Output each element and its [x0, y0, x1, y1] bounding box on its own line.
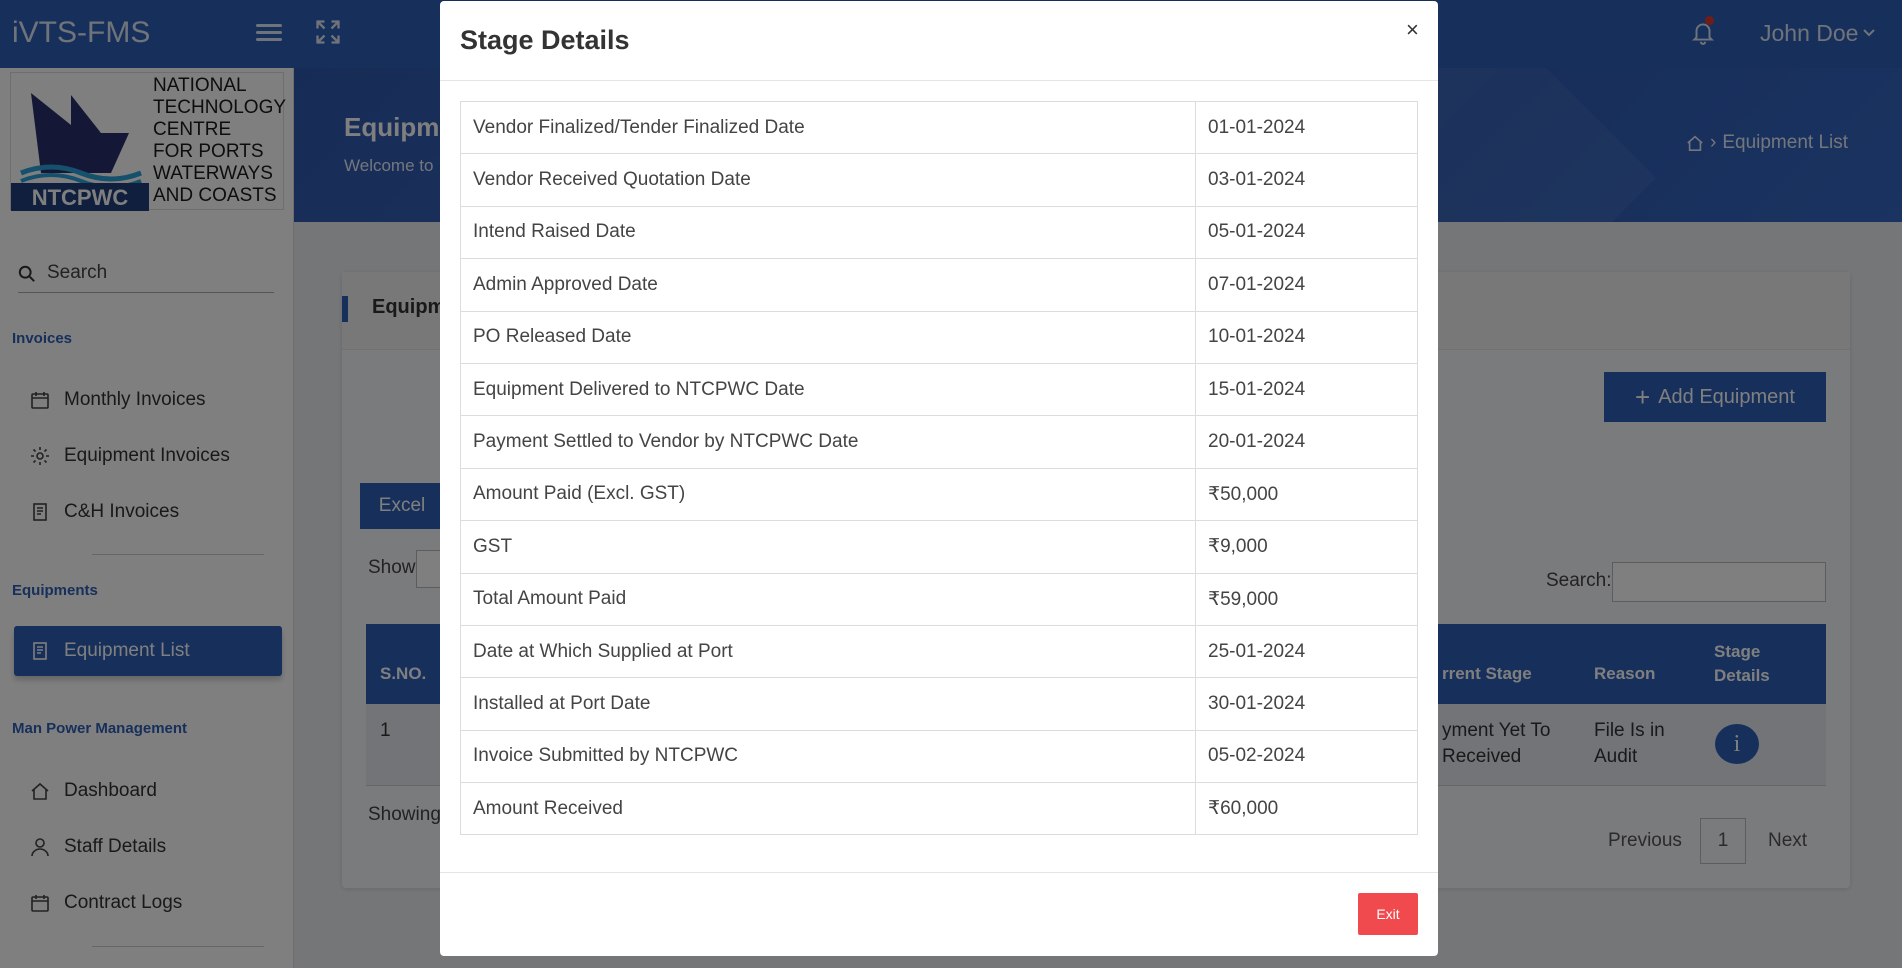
stage-detail-label: GST [460, 520, 1196, 574]
stage-detail-value: 25-01-2024 [1195, 624, 1418, 679]
exit-button[interactable]: Exit [1358, 893, 1418, 935]
stage-detail-value: 30-01-2024 [1195, 677, 1418, 731]
stage-detail-value: 20-01-2024 [1195, 415, 1418, 469]
stage-detail-label: Admin Approved Date [460, 258, 1196, 312]
stage-detail-value: 05-01-2024 [1195, 205, 1418, 260]
stage-detail-row: Amount Paid (Excl. GST) ₹50,000 [460, 467, 1418, 522]
stage-detail-row: Invoice Submitted by NTCPWC 05-02-2024 [460, 729, 1418, 784]
stage-detail-value: 15-01-2024 [1195, 362, 1418, 417]
stage-detail-row: PO Released Date 10-01-2024 [460, 310, 1418, 364]
modal-title: Stage Details [460, 25, 630, 55]
stage-detail-row: Vendor Finalized/Tender Finalized Date 01… [460, 100, 1418, 155]
stage-detail-label: Payment Settled to Vendor by NTCPWC Date [460, 415, 1196, 469]
stage-detail-label: Total Amount Paid [460, 572, 1196, 626]
stage-detail-value: 10-01-2024 [1195, 310, 1418, 364]
stage-detail-label: Installed at Port Date [460, 677, 1196, 731]
stage-detail-value: ₹50,000 [1195, 467, 1418, 522]
stage-detail-label: Vendor Received Quotation Date [460, 153, 1196, 207]
stage-detail-label: Equipment Delivered to NTCPWC Date [460, 362, 1196, 417]
stage-details-modal: Stage Details × Vendor Finalized/Tender … [440, 1, 1438, 956]
stage-detail-row: Total Amount Paid ₹59,000 [460, 572, 1418, 626]
stage-detail-value: ₹9,000 [1195, 520, 1418, 574]
stage-detail-label: Invoice Submitted by NTCPWC [460, 729, 1196, 784]
stage-detail-row: Vendor Received Quotation Date 03-01-2024 [460, 153, 1418, 207]
stage-detail-label: Vendor Finalized/Tender Finalized Date [460, 100, 1196, 155]
stage-detail-row: Intend Raised Date 05-01-2024 [460, 205, 1418, 260]
stage-detail-value: 07-01-2024 [1195, 258, 1418, 312]
stage-detail-value: 05-02-2024 [1195, 729, 1418, 784]
stage-detail-value: ₹60,000 [1195, 782, 1418, 836]
stage-detail-row: Amount Received ₹60,000 [460, 782, 1418, 836]
stage-detail-row: Payment Settled to Vendor by NTCPWC Date… [460, 415, 1418, 469]
modal-header: Stage Details × [440, 1, 1438, 81]
stage-detail-row: Date at Which Supplied at Port 25-01-2024 [460, 624, 1418, 679]
modal-footer-divider [440, 872, 1438, 873]
stage-detail-label: Amount Received [460, 782, 1196, 836]
stage-detail-row: Admin Approved Date 07-01-2024 [460, 258, 1418, 312]
stage-detail-value: ₹59,000 [1195, 572, 1418, 626]
stage-detail-label: Amount Paid (Excl. GST) [460, 467, 1196, 522]
stage-detail-row: Equipment Delivered to NTCPWC Date 15-01-… [460, 362, 1418, 417]
stage-detail-row: GST ₹9,000 [460, 520, 1418, 574]
stage-detail-value: 03-01-2024 [1195, 153, 1418, 207]
close-icon[interactable]: × [1406, 17, 1419, 43]
stage-detail-label: PO Released Date [460, 310, 1196, 364]
stage-detail-row: Installed at Port Date 30-01-2024 [460, 677, 1418, 731]
stage-detail-value: 01-01-2024 [1195, 100, 1418, 155]
stage-detail-label: Intend Raised Date [460, 205, 1196, 260]
stage-details-table: Vendor Finalized/Tender Finalized Date 01… [460, 100, 1418, 836]
stage-detail-label: Date at Which Supplied at Port [460, 624, 1196, 679]
